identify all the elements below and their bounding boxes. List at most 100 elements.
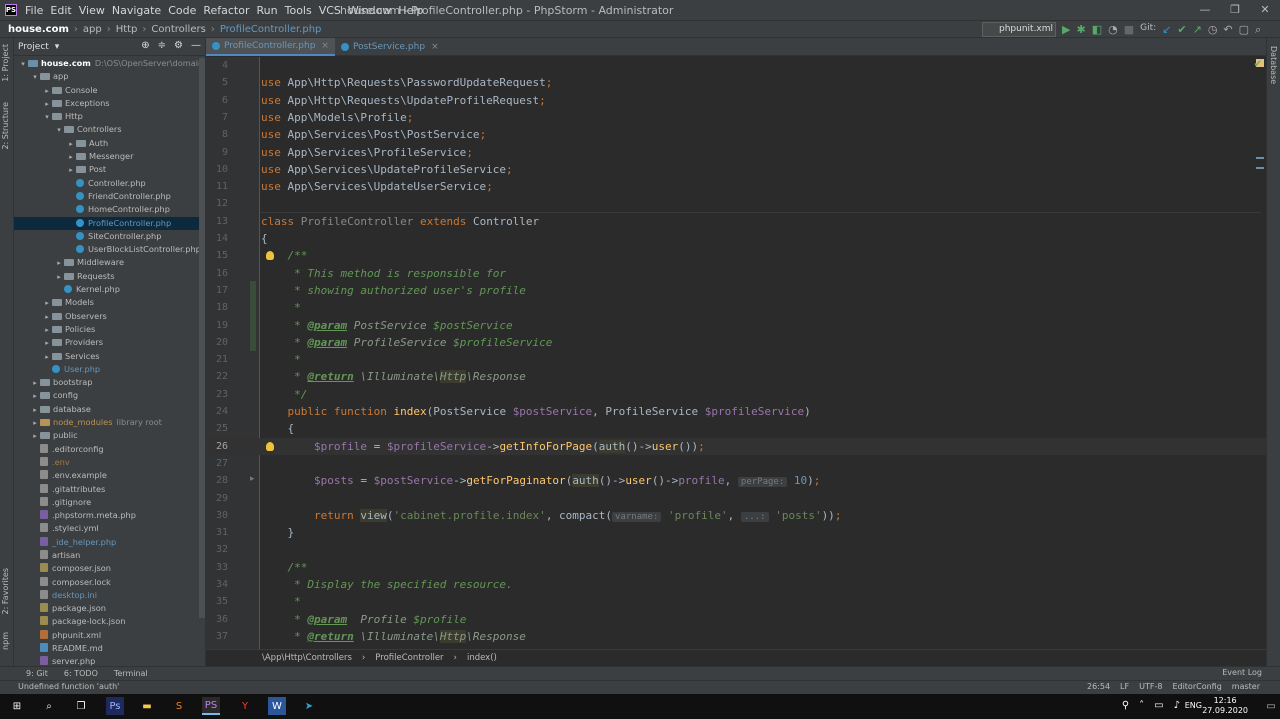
menu-run[interactable]: Run xyxy=(257,4,278,17)
tree-item[interactable]: ▸ config xyxy=(14,389,205,403)
search-icon[interactable]: ⌕ xyxy=(40,697,58,715)
collapsed-arrow-icon[interactable]: ▸ xyxy=(30,377,40,390)
profile-icon[interactable]: ◔ xyxy=(1108,23,1118,37)
code-line[interactable]: 9 use App\Services\ProfileService; xyxy=(206,144,1266,161)
tree-item[interactable]: ProfileController.php xyxy=(14,216,205,230)
collapsed-arrow-icon[interactable]: ▸ xyxy=(42,297,52,310)
task-view-icon[interactable]: ❐ xyxy=(72,697,90,715)
code-line[interactable]: 6 use App\Http\Requests\UpdateProfileRequ… xyxy=(206,92,1266,109)
tree-item[interactable]: ▸ Middleware xyxy=(14,256,205,269)
tree-item[interactable]: .gitignore xyxy=(14,496,205,509)
code-line[interactable]: 7 use App\Models\Profile; xyxy=(206,109,1266,126)
tree-item[interactable]: ▸ Auth xyxy=(14,137,205,151)
sublime-text-icon[interactable]: S xyxy=(170,697,188,715)
hide-icon[interactable]: — xyxy=(191,40,201,51)
debug-icon[interactable]: ✱ xyxy=(1076,23,1085,37)
crumb-file[interactable]: ProfileController.php xyxy=(220,24,322,35)
todo-tool-button[interactable]: 6: TODO xyxy=(64,669,98,678)
code-line[interactable]: 5 use App\Http\Requests\PasswordUpdateReq… xyxy=(206,74,1266,91)
tree-item[interactable]: README.md xyxy=(14,642,205,655)
menu-edit[interactable]: Edit xyxy=(50,4,71,17)
collapsed-arrow-icon[interactable]: ▸ xyxy=(30,417,40,430)
file-explorer-icon[interactable]: ▬ xyxy=(138,697,156,715)
collapsed-arrow-icon[interactable]: ▸ xyxy=(42,85,52,98)
tree-item[interactable]: Kernel.php xyxy=(14,283,205,296)
code-line[interactable]: 31 } xyxy=(206,524,1266,541)
tree-item[interactable]: desktop.ini xyxy=(14,589,205,602)
inspection-ok-icon[interactable]: ✔ xyxy=(1254,59,1262,70)
event-log-button[interactable]: Event Log xyxy=(1222,668,1262,677)
clock[interactable]: 12:16 27.09.2020 xyxy=(1202,696,1248,716)
crumb-http[interactable]: Http xyxy=(116,24,138,35)
tree-item[interactable]: ▸ Services xyxy=(14,350,205,364)
tree-item[interactable]: ▸ Policies xyxy=(14,323,205,336)
close-icon[interactable]: × xyxy=(431,42,439,52)
code-line[interactable]: 17 * showing authorized user's profile xyxy=(206,282,1266,299)
code-line[interactable]: 18 * xyxy=(206,299,1266,316)
favorites-tool-button[interactable]: 2: Favorites xyxy=(1,568,10,614)
caret-position[interactable]: 26:54 xyxy=(1087,682,1110,691)
code-editor[interactable]: 4 5 use App\Http\Requests\PasswordUpdateRe… xyxy=(206,57,1266,649)
menu-code[interactable]: Code xyxy=(168,4,196,17)
run-config-select[interactable]: phpunit.xml xyxy=(982,22,1056,37)
project-scrollbar[interactable] xyxy=(199,58,205,618)
tree-item[interactable]: composer.lock xyxy=(14,576,205,589)
menu-view[interactable]: View xyxy=(79,4,105,17)
code-line[interactable]: 4 xyxy=(206,57,1266,74)
code-line[interactable]: 35 * xyxy=(206,593,1266,610)
code-line[interactable]: 29 xyxy=(206,490,1266,507)
git-tool-button[interactable]: 9: Git xyxy=(26,669,48,678)
code-line[interactable]: 27 xyxy=(206,455,1266,472)
tree-item[interactable]: ▸ Observers xyxy=(14,310,205,324)
code-line[interactable]: 13 class ProfileController extends Contro… xyxy=(206,213,1266,230)
gear-icon[interactable]: ⚙ xyxy=(174,40,183,51)
tree-item[interactable]: ▸ Post xyxy=(14,163,205,176)
code-line[interactable]: 32 xyxy=(206,541,1266,558)
code-line[interactable]: 33 /** xyxy=(206,559,1266,576)
code-line[interactable]: 8 use App\Services\Post\PostService; xyxy=(206,126,1266,143)
collapsed-arrow-icon[interactable]: ▸ xyxy=(66,138,76,151)
lightbulb-icon[interactable] xyxy=(266,441,274,451)
menu-tools[interactable]: Tools xyxy=(285,4,312,17)
project-view-selector[interactable]: Project xyxy=(18,42,49,52)
tree-item[interactable]: ▸ public xyxy=(14,429,205,442)
code-line[interactable]: 12 xyxy=(206,195,1266,212)
breadcrumb-class[interactable]: ProfileController xyxy=(375,653,443,663)
tree-item[interactable]: .editorconfig xyxy=(14,443,205,456)
code-line[interactable]: 15 /** xyxy=(206,247,1266,264)
breadcrumb-namespace[interactable]: \App\Http\Controllers xyxy=(262,653,352,663)
tree-item[interactable]: User.php xyxy=(14,363,205,376)
code-line[interactable]: 26 $profile = $profileService->getInfoFo… xyxy=(206,437,1266,455)
notifications-icon[interactable]: ▭ xyxy=(1262,697,1280,715)
tree-item[interactable]: phpunit.xml xyxy=(14,629,205,642)
tree-item[interactable]: HomeController.php xyxy=(14,203,205,216)
collapsed-arrow-icon[interactable]: ▸ xyxy=(42,98,52,111)
tree-item[interactable]: SiteController.php xyxy=(14,230,205,243)
structure-tool-button[interactable]: 2: Structure xyxy=(1,102,10,150)
tree-item[interactable]: server.php xyxy=(14,655,205,666)
editorconfig-status[interactable]: EditorConfig xyxy=(1172,682,1221,691)
crumb-controllers[interactable]: Controllers xyxy=(151,24,205,35)
search-everywhere-icon[interactable]: ⌕ xyxy=(1255,23,1261,37)
tree-item[interactable]: UserBlockListController.php xyxy=(14,243,205,256)
fold-arrow-icon[interactable]: ▸ xyxy=(250,474,255,484)
code-line[interactable]: 36 * @param Profile $profile xyxy=(206,611,1266,628)
collapsed-arrow-icon[interactable]: ▸ xyxy=(42,311,52,324)
tree-item[interactable]: ▸ bootstrap xyxy=(14,376,205,390)
git-update-icon[interactable]: ↙ xyxy=(1162,23,1171,37)
crumb-project[interactable]: house.com xyxy=(8,24,69,35)
tree-item[interactable]: artisan xyxy=(14,549,205,562)
expanded-arrow-icon[interactable]: ▾ xyxy=(54,124,64,137)
tree-item[interactable]: ▾ Http xyxy=(14,110,205,123)
menu-navigate[interactable]: Navigate xyxy=(112,4,161,17)
history-icon[interactable]: ◷ xyxy=(1208,23,1218,37)
terminal-tool-button[interactable]: Terminal xyxy=(114,669,148,678)
collapsed-arrow-icon[interactable]: ▸ xyxy=(42,351,52,364)
git-branch[interactable]: master xyxy=(1232,682,1260,691)
breadcrumb-method[interactable]: index() xyxy=(467,653,497,663)
collapsed-arrow-icon[interactable]: ▸ xyxy=(30,390,40,403)
code-line[interactable]: 37 * @return \Illuminate\Http\Response xyxy=(206,628,1266,645)
tab-postservice[interactable]: PostService.php × xyxy=(335,38,445,56)
menu-vcs[interactable]: VCS xyxy=(319,4,341,17)
npm-tool-button[interactable]: npm xyxy=(1,632,10,650)
